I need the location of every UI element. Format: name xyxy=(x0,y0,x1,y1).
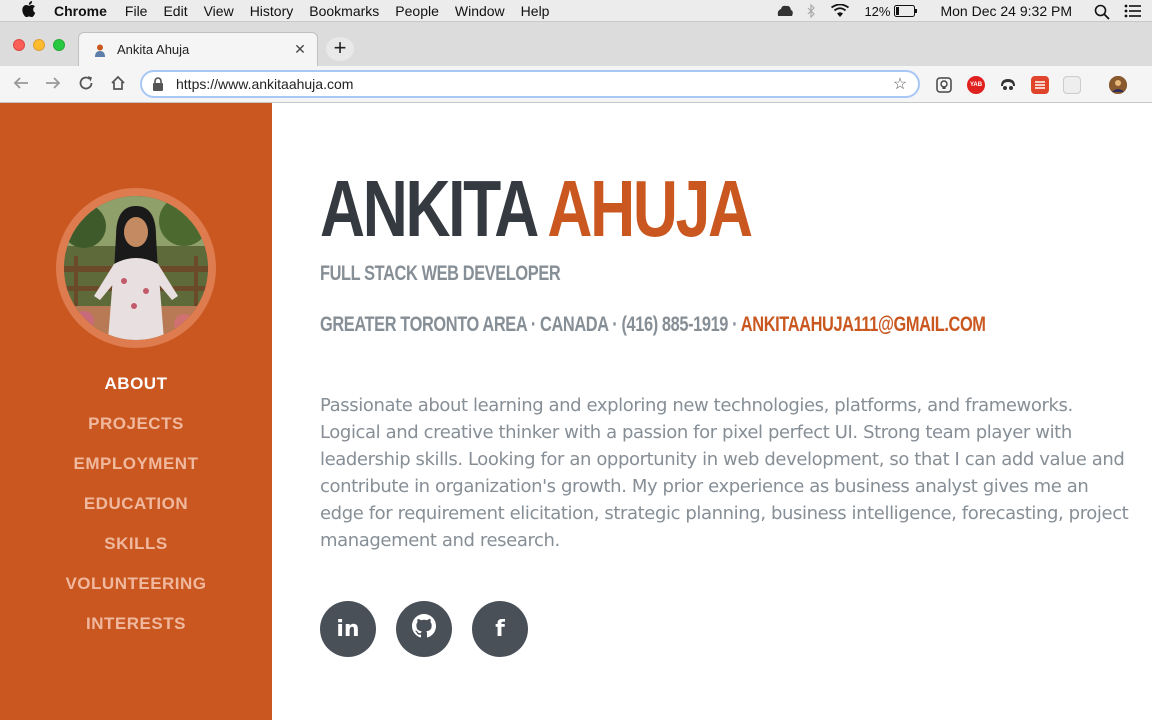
email-link[interactable]: ANKITAAHUJA111@GMAIL.COM xyxy=(741,313,986,336)
github-icon xyxy=(412,614,436,644)
tab-ankita-ahuja[interactable]: Ankita Ahuja ✕ xyxy=(78,32,318,66)
extension-lightbulb-icon[interactable] xyxy=(935,76,953,94)
extension-yab-icon[interactable]: YAB xyxy=(967,76,985,94)
wifi-icon[interactable] xyxy=(830,3,850,18)
tab-close-icon[interactable]: ✕ xyxy=(293,41,307,58)
nav-link-skills[interactable]: SKILLS xyxy=(0,533,272,573)
window-close-button[interactable] xyxy=(13,39,25,51)
webpage: ABOUT PROJECTS EMPLOYMENT EDUCATION SKIL… xyxy=(0,103,1152,720)
macos-menu-bar: Chrome File Edit View History Bookmarks … xyxy=(0,0,1152,22)
page-title: ANKITA AHUJA xyxy=(320,169,753,249)
extension-shield-icon[interactable] xyxy=(999,76,1017,94)
linkedin-icon: in xyxy=(336,616,360,642)
clock[interactable]: Mon Dec 24 9:32 PM xyxy=(940,3,1072,19)
nav-link-interests[interactable]: INTERESTS xyxy=(0,613,272,653)
site-favicon-icon xyxy=(93,43,107,57)
nav-link-about[interactable]: ABOUT xyxy=(0,373,272,413)
facebook-icon: f xyxy=(495,616,505,642)
new-tab-button[interactable]: + xyxy=(326,37,354,61)
menu-edit[interactable]: Edit xyxy=(163,3,187,19)
battery-icon[interactable] xyxy=(894,4,918,18)
apple-menu-icon[interactable] xyxy=(20,0,38,21)
social-links: in f xyxy=(320,601,548,657)
bluetooth-icon[interactable] xyxy=(806,3,816,19)
menu-bar-status: 12% Mon Dec 24 9:32 PM xyxy=(776,0,1152,22)
profile-photo xyxy=(64,196,208,340)
menu-people[interactable]: People xyxy=(395,3,439,19)
window-zoom-button[interactable] xyxy=(53,39,65,51)
spotlight-search-icon[interactable] xyxy=(1094,4,1110,20)
forward-arrow-icon[interactable] xyxy=(42,74,64,96)
last-name: AHUJA xyxy=(547,164,753,253)
window-minimize-button[interactable] xyxy=(33,39,45,51)
menu-app-chrome[interactable]: Chrome xyxy=(54,3,107,19)
menu-file[interactable]: File xyxy=(125,3,148,19)
address-bar[interactable]: https://www.ankitaahuja.com ☆ xyxy=(140,70,920,98)
nav-link-volunteering[interactable]: VOLUNTEERING xyxy=(0,573,272,613)
nav-link-projects[interactable]: PROJECTS xyxy=(0,413,272,453)
contact-line: GREATER TORONTO AREA · CANADA · (416) 88… xyxy=(320,313,986,337)
browser-toolbar: https://www.ankitaahuja.com ☆ YAB xyxy=(0,66,1152,103)
extension-todoist-icon[interactable] xyxy=(1031,76,1049,94)
lock-icon xyxy=(152,77,166,91)
bio-paragraph: Passionate about learning and exploring … xyxy=(320,395,1129,551)
first-name: ANKITA xyxy=(320,164,537,253)
tab-title: Ankita Ahuja xyxy=(117,42,190,57)
menu-window[interactable]: Window xyxy=(455,3,505,19)
sidebar: ABOUT PROJECTS EMPLOYMENT EDUCATION SKIL… xyxy=(0,103,272,720)
menu-history[interactable]: History xyxy=(250,3,294,19)
nav-link-employment[interactable]: EMPLOYMENT xyxy=(0,453,272,493)
back-arrow-icon[interactable] xyxy=(10,74,32,96)
location-phone: GREATER TORONTO AREA · CANADA · (416) 88… xyxy=(320,313,741,336)
github-button[interactable] xyxy=(396,601,452,657)
extension-grid-icon[interactable] xyxy=(1063,76,1081,94)
profile-avatar-icon[interactable] xyxy=(1109,76,1127,94)
sidebar-nav: ABOUT PROJECTS EMPLOYMENT EDUCATION SKIL… xyxy=(0,373,272,653)
linkedin-button[interactable]: in xyxy=(320,601,376,657)
menu-bookmarks[interactable]: Bookmarks xyxy=(309,3,379,19)
browser-tab-strip: Ankita Ahuja ✕ + xyxy=(0,22,1152,66)
url-text: https://www.ankitaahuja.com xyxy=(176,76,354,92)
notification-center-icon[interactable] xyxy=(1124,4,1141,18)
reload-icon[interactable] xyxy=(75,74,97,96)
menu-view[interactable]: View xyxy=(204,3,234,19)
job-title: FULL STACK WEB DEVELOPER xyxy=(320,262,561,285)
creative-cloud-icon[interactable] xyxy=(776,4,794,18)
nav-link-education[interactable]: EDUCATION xyxy=(0,493,272,533)
menu-help[interactable]: Help xyxy=(521,3,550,19)
profile-photo-ring xyxy=(56,188,216,348)
facebook-button[interactable]: f xyxy=(472,601,528,657)
bookmark-star-icon[interactable]: ☆ xyxy=(890,74,910,94)
home-icon[interactable] xyxy=(107,74,129,96)
battery-percent: 12% xyxy=(864,3,891,19)
